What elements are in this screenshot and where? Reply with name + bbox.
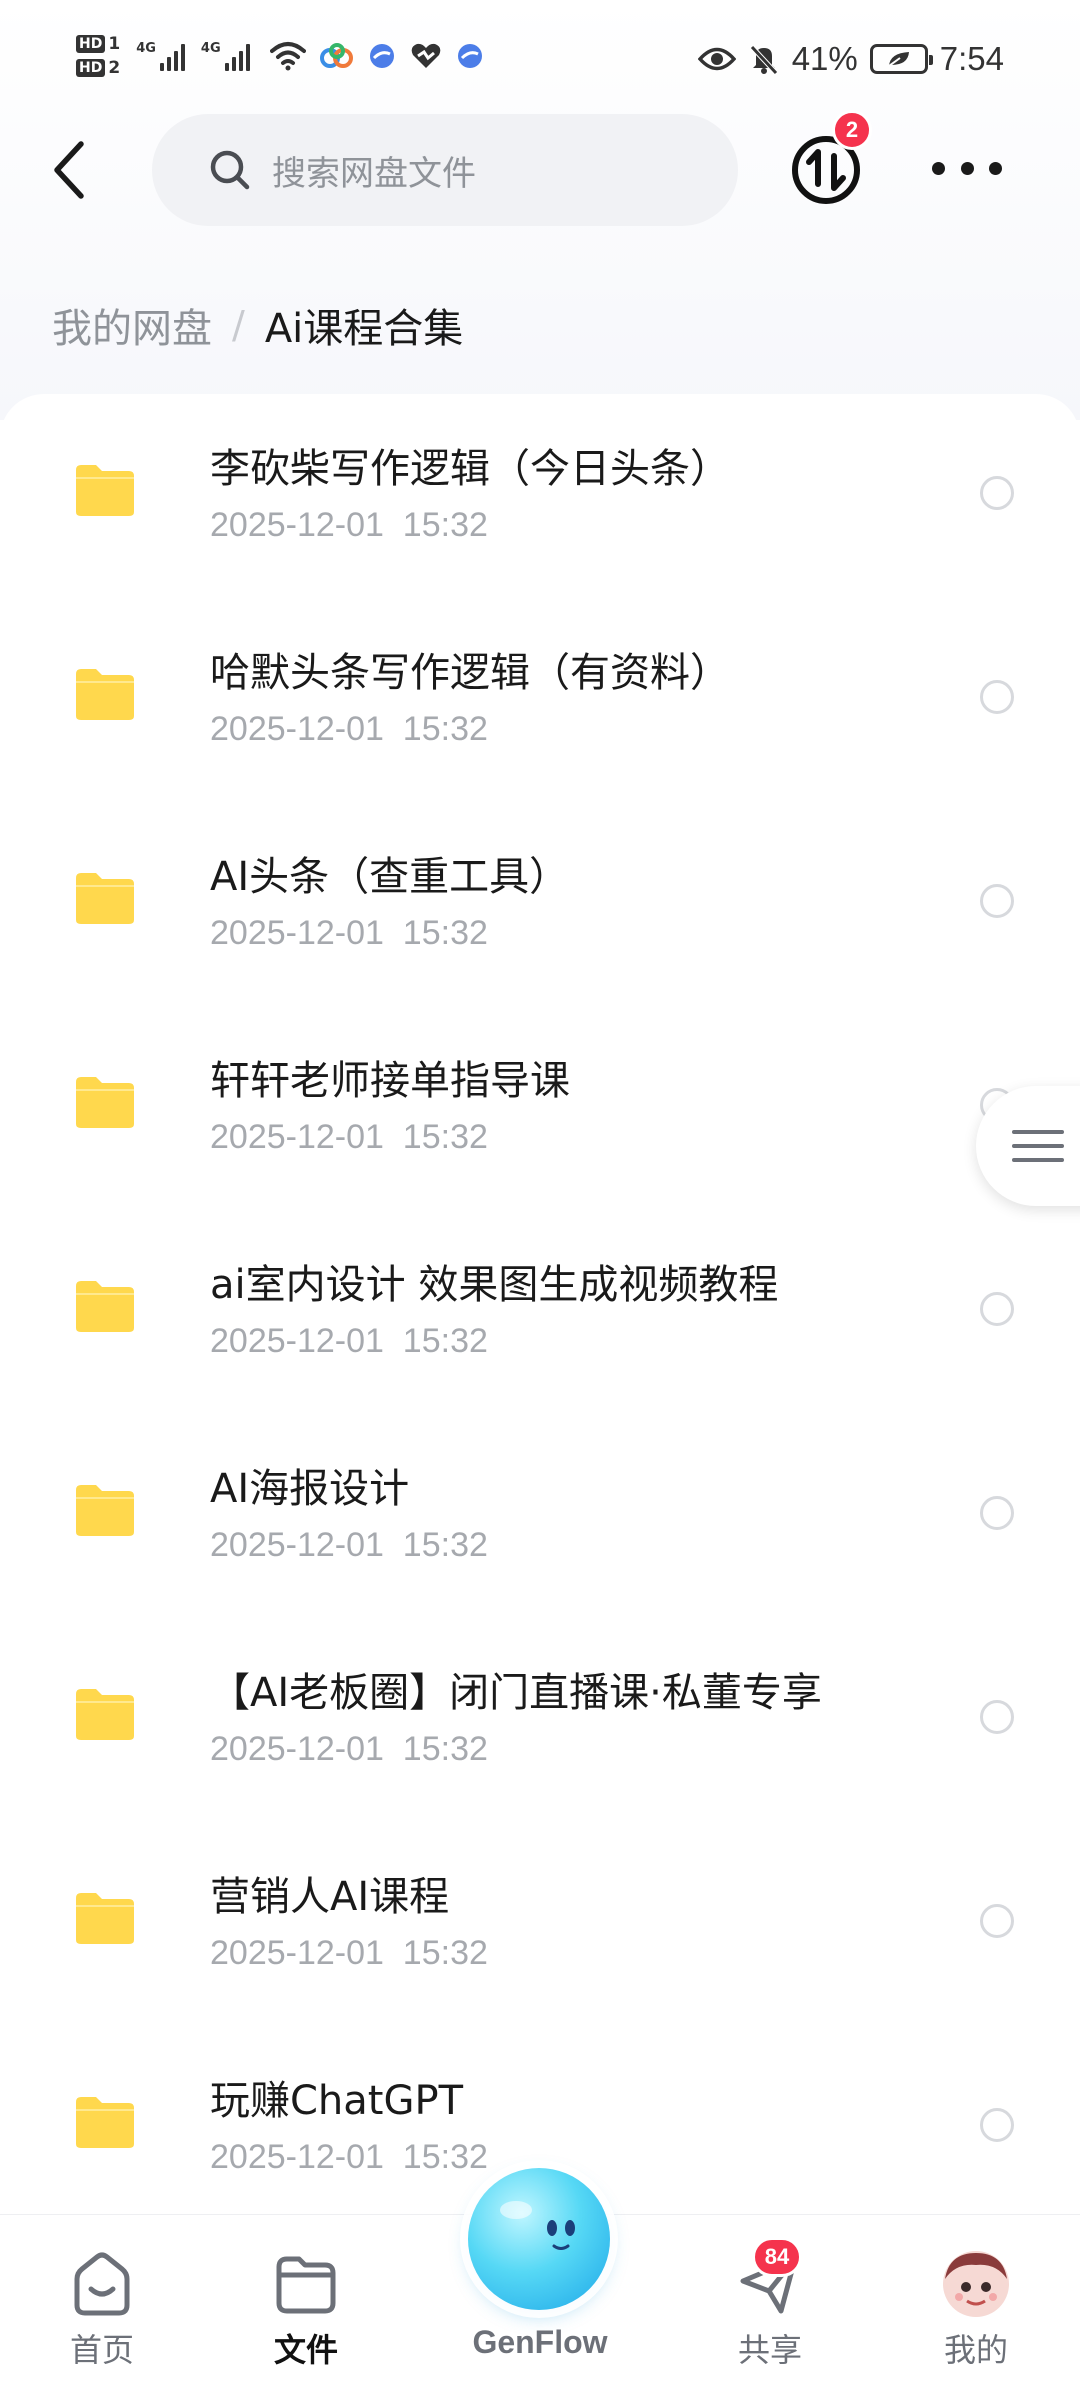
breadcrumb-current: Ai课程合集 xyxy=(264,306,464,352)
battery-percent: 41% xyxy=(791,40,858,77)
genflow-button[interactable] xyxy=(468,2168,610,2310)
nav-files-label: 文件 xyxy=(273,2331,338,2369)
eye-icon xyxy=(697,47,736,71)
file-date: 2025-12-01 15:32 xyxy=(210,1322,488,1360)
more-options-button[interactable] xyxy=(932,148,1002,188)
file-date: 2025-12-01 15:32 xyxy=(210,914,488,952)
file-name: 玩赚ChatGPT xyxy=(210,2078,464,2124)
select-checkbox[interactable] xyxy=(980,1496,1014,1530)
dot-icon xyxy=(989,161,1002,175)
avatar xyxy=(943,2251,1009,2317)
folder-icon xyxy=(76,1689,134,1740)
status-right: 41% 7:54 xyxy=(697,40,1004,78)
folder-icon xyxy=(76,2097,134,2148)
folder-icon xyxy=(76,1485,134,1536)
select-checkbox[interactable] xyxy=(980,1904,1014,1938)
file-date: 2025-12-01 15:32 xyxy=(210,2138,488,2176)
signal-bars-icon xyxy=(224,41,250,71)
mute-bell-icon xyxy=(749,45,778,75)
folder-icon xyxy=(76,669,134,720)
menu-line-icon xyxy=(1012,1130,1064,1134)
transfer-list-button[interactable]: 2 xyxy=(790,110,872,208)
file-list: 李砍柴写作逻辑（今日头条） 2025-12-01 15:32 哈默头条写作逻辑（… xyxy=(0,394,1080,2388)
signal-sim2: 4G xyxy=(201,41,250,71)
back-button[interactable] xyxy=(44,138,94,202)
select-checkbox[interactable] xyxy=(980,884,1014,918)
breadcrumb-separator: / xyxy=(232,303,245,347)
nav-mine-label: 我的 xyxy=(943,2331,1008,2369)
file-name: 营销人AI课程 xyxy=(210,1874,450,1920)
file-name: AI海报设计 xyxy=(210,1466,410,1512)
wifi-icon xyxy=(269,42,306,71)
file-name: ai室内设计 效果图生成视频教程 xyxy=(210,1262,779,1308)
nav-share[interactable]: 84 共享 xyxy=(680,2215,860,2388)
breadcrumb-root[interactable]: 我的网盘 xyxy=(52,296,212,354)
cloud-app-icon xyxy=(319,43,353,68)
select-checkbox[interactable] xyxy=(980,2108,1014,2142)
select-checkbox[interactable] xyxy=(980,1700,1014,1734)
file-date: 2025-12-01 15:32 xyxy=(210,710,488,748)
list-item[interactable]: AI头条（查重工具） 2025-12-01 15:32 xyxy=(0,822,1080,1026)
signal-sim1: 4G xyxy=(136,41,185,71)
hd-indicators: HD 1 HD 2 xyxy=(76,34,120,78)
chevron-left-icon xyxy=(54,141,84,199)
nav-home-label: 首页 xyxy=(69,2331,134,2369)
list-item[interactable]: 哈默头条写作逻辑（有资料） 2025-12-01 15:32 xyxy=(0,618,1080,822)
menu-line-icon xyxy=(1012,1158,1064,1162)
folder-outline-icon xyxy=(276,2256,336,2314)
search-input[interactable]: 搜索网盘文件 xyxy=(152,114,738,226)
battery-icon xyxy=(869,44,933,74)
list-item[interactable]: 【AI老板圈】闭门直播课·私董专享 2025-12-01 15:32 xyxy=(0,1638,1080,1842)
dot-icon xyxy=(960,161,974,175)
transfer-count-badge: 2 xyxy=(832,110,872,150)
file-name: AI头条（查重工具） xyxy=(210,854,570,900)
list-item[interactable]: ai室内设计 效果图生成视频教程 2025-12-01 15:32 xyxy=(0,1230,1080,1434)
genflow-face-icon xyxy=(500,2201,575,2250)
file-name: 哈默头条写作逻辑（有资料） xyxy=(210,650,730,696)
file-date: 2025-12-01 15:32 xyxy=(210,1730,488,1768)
nav-home[interactable]: 首页 xyxy=(12,2215,192,2388)
list-item[interactable]: 李砍柴写作逻辑（今日头条） 2025-12-01 15:32 xyxy=(0,414,1080,618)
file-name: 轩轩老师接单指导课 xyxy=(210,1058,570,1104)
breadcrumb: 我的网盘 / Ai课程合集 xyxy=(52,296,463,354)
app-bubble-icon xyxy=(457,44,482,68)
file-date: 2025-12-01 15:32 xyxy=(210,506,488,544)
file-name: 【AI老板圈】闭门直播课·私董专享 xyxy=(210,1670,822,1716)
signal-bars-icon xyxy=(159,41,185,71)
list-item[interactable]: AI海报设计 2025-12-01 15:32 xyxy=(0,1434,1080,1638)
file-name: 李砍柴写作逻辑（今日头条） xyxy=(210,446,730,492)
nav-mine[interactable]: 我的 xyxy=(886,2215,1066,2388)
nav-share-label: 共享 xyxy=(737,2331,802,2369)
list-item[interactable]: 营销人AI课程 2025-12-01 15:32 xyxy=(0,1842,1080,2046)
search-icon xyxy=(210,150,250,190)
genflow-label: GenFlow xyxy=(472,2324,608,2360)
hd-sim1: HD 1 xyxy=(76,34,120,54)
share-count-badge: 84 xyxy=(752,2237,802,2277)
status-left: HD 1 HD 2 4G 4G xyxy=(76,34,484,78)
select-checkbox[interactable] xyxy=(980,476,1014,510)
hd-sim2: HD 2 xyxy=(76,58,120,78)
notification-icons xyxy=(269,41,484,71)
select-checkbox[interactable] xyxy=(980,680,1014,714)
menu-line-icon xyxy=(1012,1144,1064,1148)
dot-icon xyxy=(932,161,945,175)
app-heart-icon xyxy=(411,43,440,68)
search-placeholder: 搜索网盘文件 xyxy=(272,153,476,194)
home-icon xyxy=(74,2252,130,2316)
status-bar: HD 1 HD 2 4G 4G 41% 7:54 xyxy=(0,0,1080,130)
list-item[interactable]: 轩轩老师接单指导课 2025-12-01 15:32 xyxy=(0,1026,1080,1230)
folder-icon xyxy=(76,1281,134,1332)
app-bubble-icon xyxy=(369,44,394,68)
folder-icon xyxy=(76,1077,134,1128)
nav-files[interactable]: 文件 xyxy=(216,2215,396,2388)
folder-icon xyxy=(76,1893,134,1944)
clock: 7:54 xyxy=(939,40,1004,77)
folder-icon xyxy=(76,465,134,516)
file-date: 2025-12-01 15:32 xyxy=(210,1526,488,1564)
file-date: 2025-12-01 15:32 xyxy=(210,1118,488,1156)
file-date: 2025-12-01 15:32 xyxy=(210,1934,488,1972)
select-checkbox[interactable] xyxy=(980,1292,1014,1326)
folder-icon xyxy=(76,873,134,924)
